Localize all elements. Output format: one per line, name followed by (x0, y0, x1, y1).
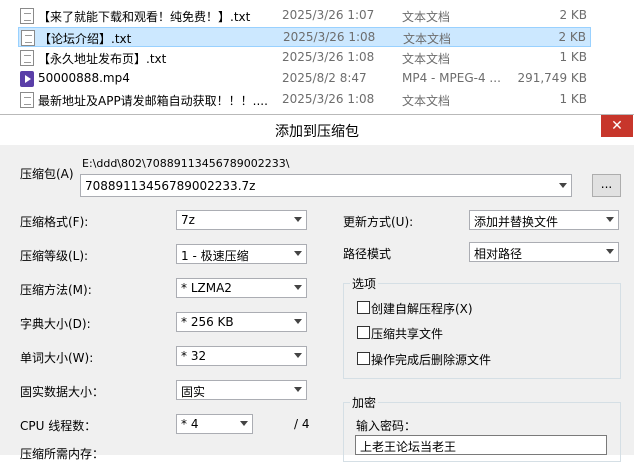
chevron-down-icon (606, 249, 614, 254)
file-type: 文本文档 (402, 10, 451, 24)
file-date: 2025/3/26 1:07 (282, 8, 375, 22)
shared-files-label: 压缩共享文件 (371, 327, 444, 341)
dialog-titlebar: 添加到压缩包 ✕ (0, 115, 634, 145)
password-label: 输入密码： (356, 419, 417, 433)
options-title: 选项 (350, 275, 379, 292)
chevron-down-icon (294, 251, 302, 256)
word-select[interactable]: * 32 (176, 346, 307, 366)
file-row[interactable]: 【永久地址发布页】.txt 2025/3/26 1:08 文本文档 1 KB (18, 48, 591, 68)
word-label: 单词大小(W): (20, 351, 94, 365)
file-name: 【来了就能下载和观看！纯免费！】.txt (38, 10, 251, 24)
file-size: 291,749 KB (517, 71, 587, 85)
chevron-down-icon (294, 319, 302, 324)
pathmode-value: 相对路径 (474, 247, 523, 261)
method-value: * LZMA2 (181, 281, 232, 295)
encrypt-title: 加密 (350, 394, 379, 411)
chevron-down-icon (559, 183, 567, 188)
cpu-select[interactable]: * 4 (176, 414, 253, 434)
solid-label: 固实数据大小： (20, 385, 105, 399)
shared-files-checkbox[interactable] (357, 326, 370, 339)
file-date: 2025/3/26 1:08 (282, 50, 375, 64)
word-value: * 32 (181, 349, 207, 363)
file-row[interactable]: 最新地址及APP请发邮箱自动获取！！！.... 2025/3/26 1:08 文… (18, 90, 591, 110)
pathmode-label: 路径模式 (343, 247, 392, 261)
pathmode-select[interactable]: 相对路径 (469, 242, 619, 262)
dict-label: 字典大小(D): (20, 317, 91, 331)
chevron-down-icon (606, 217, 614, 222)
file-row[interactable]: 【来了就能下载和观看！纯免费！】.txt 2025/3/26 1:07 文本文档… (18, 6, 591, 26)
file-name: 50000888.mp4 (38, 71, 130, 85)
chevron-down-icon (294, 353, 302, 358)
password-input[interactable]: 上老王论坛当老王 (355, 435, 607, 455)
chevron-down-icon (294, 285, 302, 290)
dialog-title: 添加到压缩包 (275, 124, 359, 140)
level-select[interactable]: 1 - 极速压缩 (176, 244, 307, 264)
browse-button[interactable]: ... (592, 174, 621, 197)
delete-after-checkbox[interactable] (357, 352, 370, 365)
file-row-selected[interactable]: 【论坛介绍】.txt 2025/3/26 1:08 文本文档 2 KB (18, 27, 591, 47)
update-label: 更新方式(U): (343, 215, 414, 229)
solid-select[interactable]: 固实 (176, 380, 307, 400)
file-date: 2025/3/26 1:08 (282, 92, 375, 106)
file-list: 【来了就能下载和观看！纯免费！】.txt 2025/3/26 1:07 文本文档… (0, 0, 634, 112)
archive-path: E:\ddd\802\70889113456789002233\ (82, 157, 290, 170)
file-date: 2025/8/2 8:47 (282, 71, 367, 85)
method-label: 压缩方法(M): (20, 283, 92, 297)
txt-file-icon (20, 92, 34, 108)
level-label: 压缩等级(L): (20, 249, 89, 263)
file-type: 文本文档 (402, 94, 451, 108)
file-name: 最新地址及APP请发邮箱自动获取！！！.... (38, 94, 268, 108)
chevron-down-icon (240, 421, 248, 426)
dict-select[interactable]: * 256 KB (176, 312, 307, 332)
file-type: 文本文档 (402, 52, 451, 66)
mp4-file-icon (20, 71, 34, 87)
level-value: 1 - 极速压缩 (181, 249, 249, 263)
delete-after-label: 操作完成后删除源文件 (371, 353, 492, 367)
chevron-down-icon (294, 217, 302, 222)
update-select[interactable]: 添加并替换文件 (469, 210, 619, 230)
file-size: 2 KB (558, 30, 586, 44)
format-value: 7z (181, 213, 195, 227)
sfx-checkbox[interactable] (357, 301, 370, 314)
file-size: 1 KB (559, 92, 587, 106)
archive-label: 压缩包(A) (20, 167, 74, 181)
archive-name-combo[interactable]: 70889113456789002233.7z (80, 174, 572, 197)
cpu-label: CPU 线程数： (20, 419, 97, 433)
file-type: 文本文档 (403, 32, 452, 46)
dict-value: * 256 KB (181, 315, 234, 329)
file-date: 2025/3/26 1:08 (283, 30, 376, 44)
archive-name-value: 70889113456789002233.7z (85, 179, 256, 193)
format-select[interactable]: 7z (176, 210, 307, 230)
cpu-total: / 4 (294, 417, 310, 431)
add-to-archive-dialog: 添加到压缩包 ✕ 压缩包(A) E:\ddd\802\7088911345678… (0, 114, 634, 462)
file-row[interactable]: 50000888.mp4 2025/8/2 8:47 MP4 - MPEG-4 … (18, 69, 591, 89)
file-name: 【论坛介绍】.txt (39, 32, 132, 46)
file-name: 【永久地址发布页】.txt (38, 52, 167, 66)
chevron-down-icon (294, 387, 302, 392)
close-icon[interactable]: ✕ (601, 115, 633, 137)
method-select[interactable]: * LZMA2 (176, 278, 307, 298)
update-value: 添加并替换文件 (474, 215, 559, 229)
file-list-left-margin (0, 0, 18, 112)
file-type: MP4 - MPEG-4 ... (402, 71, 501, 85)
file-size: 2 KB (559, 8, 587, 22)
sfx-label: 创建自解压程序(X) (371, 302, 473, 316)
format-label: 压缩格式(F): (20, 215, 89, 229)
txt-file-icon (20, 8, 34, 24)
password-value: 上老王论坛当老王 (360, 440, 457, 454)
txt-file-icon (21, 30, 35, 46)
txt-file-icon (20, 50, 34, 66)
file-size: 1 KB (559, 50, 587, 64)
solid-value: 固实 (181, 385, 206, 399)
cpu-value: * 4 (181, 417, 199, 431)
